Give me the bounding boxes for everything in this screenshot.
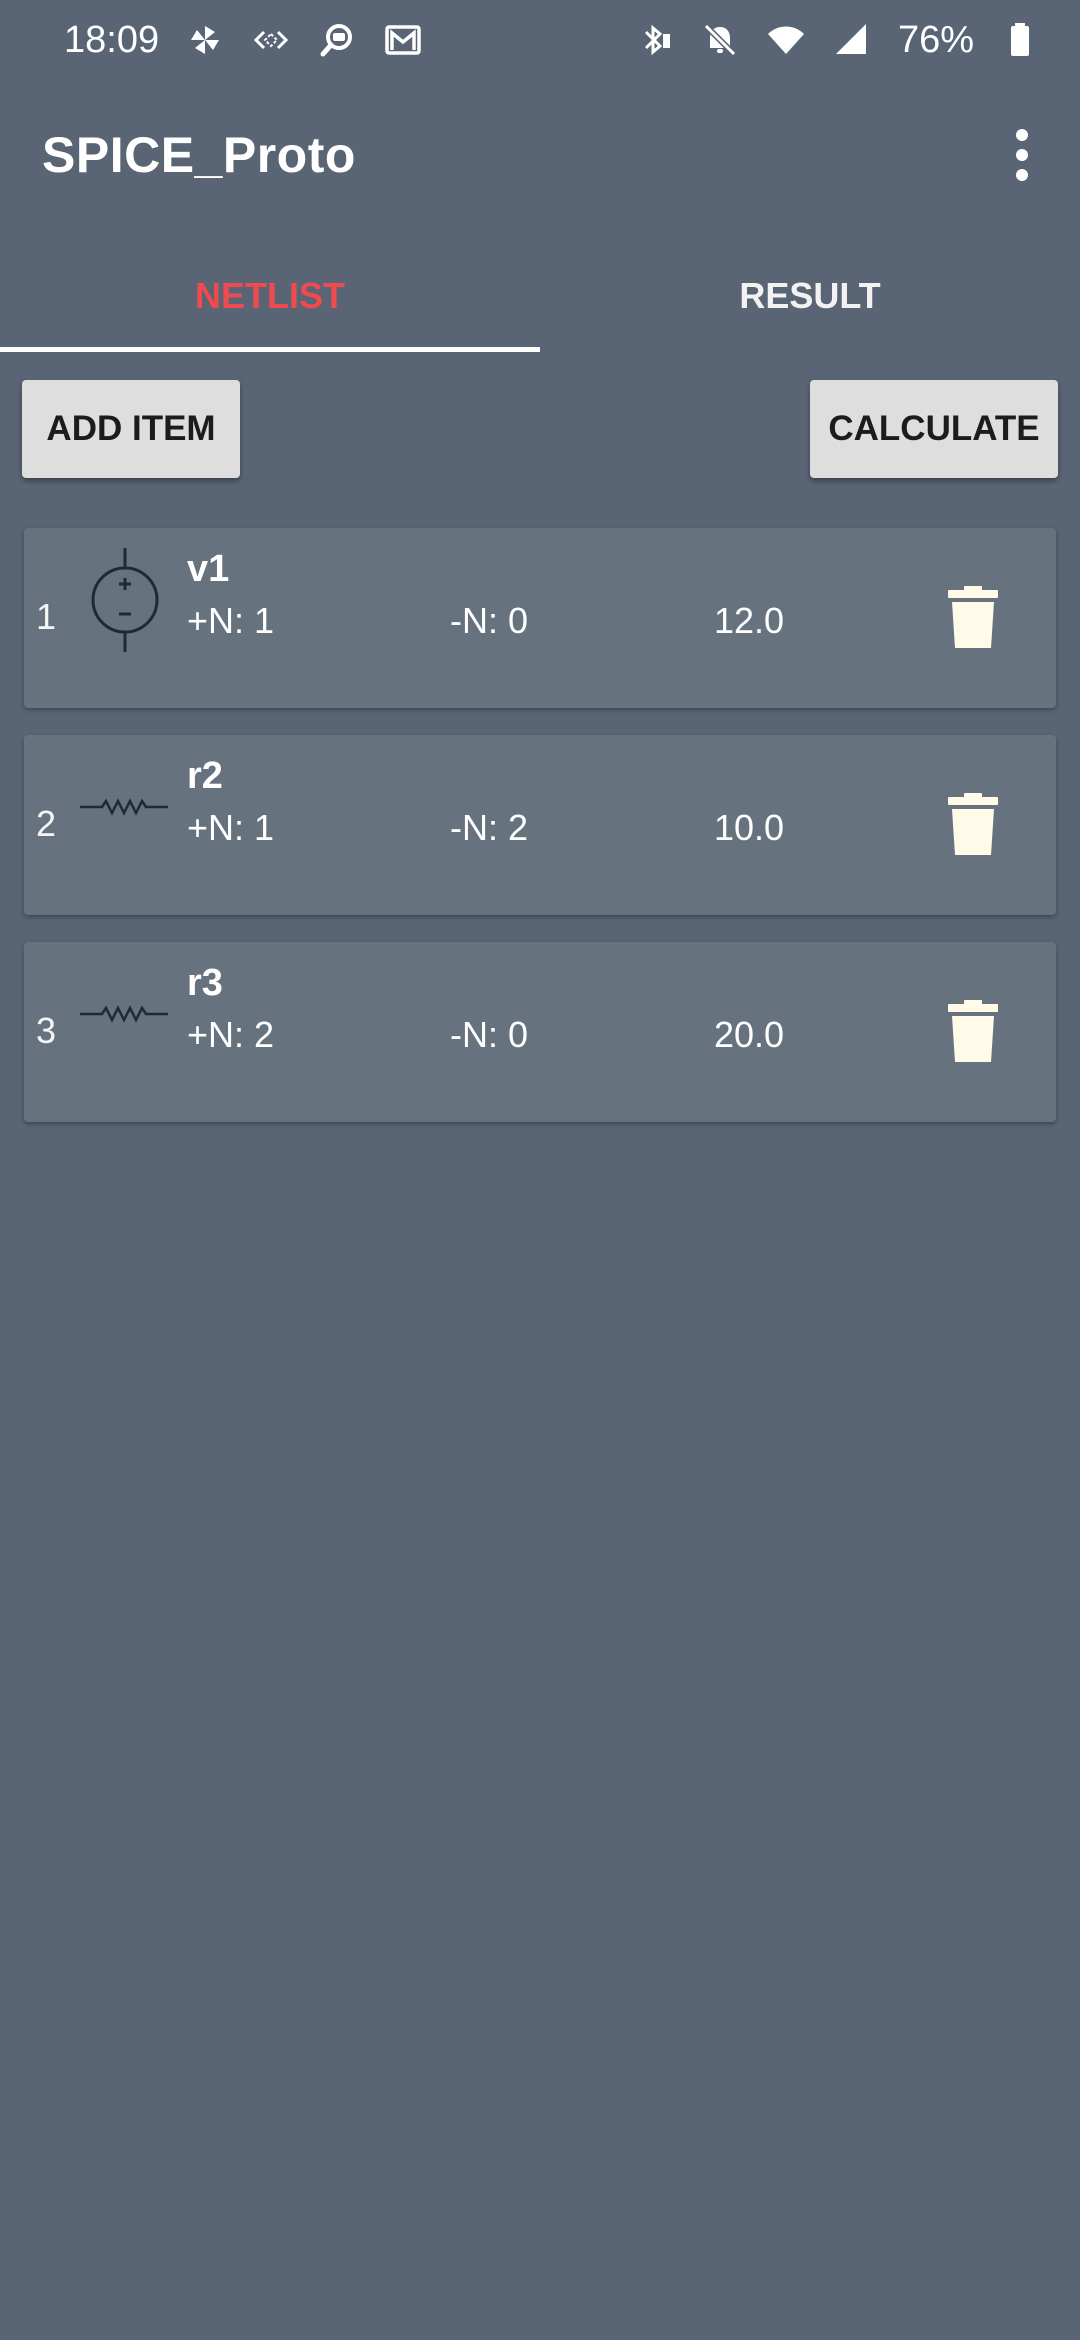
trash-icon[interactable]: [948, 793, 998, 857]
tab-result[interactable]: RESULT: [540, 240, 1080, 352]
item-name: r2: [187, 755, 223, 797]
item-value: 12.0: [714, 600, 785, 641]
signal-icon: [832, 20, 872, 60]
resistor-icon: [78, 755, 172, 865]
item-value: 10.0: [714, 807, 785, 848]
tab-netlist[interactable]: NETLIST: [0, 240, 540, 352]
trash-icon[interactable]: [948, 1000, 998, 1064]
item-positive-node: +N: 1: [187, 600, 275, 641]
add-item-button[interactable]: ADD ITEM: [22, 380, 240, 478]
trash-icon[interactable]: [948, 586, 998, 650]
more-vert-icon[interactable]: [992, 115, 1052, 195]
action-row: ADD ITEM CALCULATE: [0, 380, 1080, 480]
voltage-source-icon: [78, 548, 172, 658]
tab-bar: NETLIST RESULT: [0, 240, 1080, 352]
pinwheel-icon: [185, 20, 225, 60]
status-right: 76%: [634, 19, 1040, 62]
list-item[interactable]: 2 r2 +N: 1 -N: 2 10.0: [24, 735, 1056, 915]
status-left: 18:09: [64, 19, 423, 62]
item-index: 2: [36, 803, 57, 844]
item-negative-node: -N: 2: [450, 807, 529, 848]
item-negative-node: -N: 0: [450, 1014, 529, 1055]
item-index: 3: [36, 1010, 57, 1051]
calculate-button[interactable]: CALCULATE: [810, 380, 1058, 478]
item-name: v1: [187, 548, 230, 590]
item-negative-node: -N: 0: [450, 600, 529, 641]
chat-search-icon: [317, 20, 357, 60]
bell-off-icon: [700, 20, 740, 60]
item-value: 20.0: [714, 1014, 785, 1055]
status-time: 18:09: [64, 18, 160, 61]
app-title: SPICE_Proto: [42, 127, 356, 183]
app-bar: SPICE_Proto: [0, 100, 1080, 210]
item-positive-node: +N: 1: [187, 807, 275, 848]
item-name: r3: [187, 962, 223, 1004]
battery-percent: 76%: [897, 18, 974, 61]
status-bar: 18:09 76%: [0, 0, 1080, 80]
bluetooth-icon: [634, 20, 674, 60]
battery-icon: [1000, 20, 1040, 60]
list-item[interactable]: 3 r3 +N: 2 -N: 0 20.0: [24, 942, 1056, 1122]
item-positive-node: +N: 2: [187, 1014, 275, 1055]
item-index: 1: [36, 596, 57, 637]
list-item[interactable]: 1 v1 +N: 1 -N: 0 12.0: [24, 528, 1056, 708]
gmail-icon: [383, 20, 423, 60]
wifi-icon: [766, 20, 806, 60]
netlist-list: 1 v1 +N: 1 -N: 0 12.0 2 r2 +N: 1 -N: 2 1…: [24, 528, 1056, 1149]
diamond-arrows-icon: [251, 20, 291, 60]
resistor-icon: [78, 962, 172, 1072]
